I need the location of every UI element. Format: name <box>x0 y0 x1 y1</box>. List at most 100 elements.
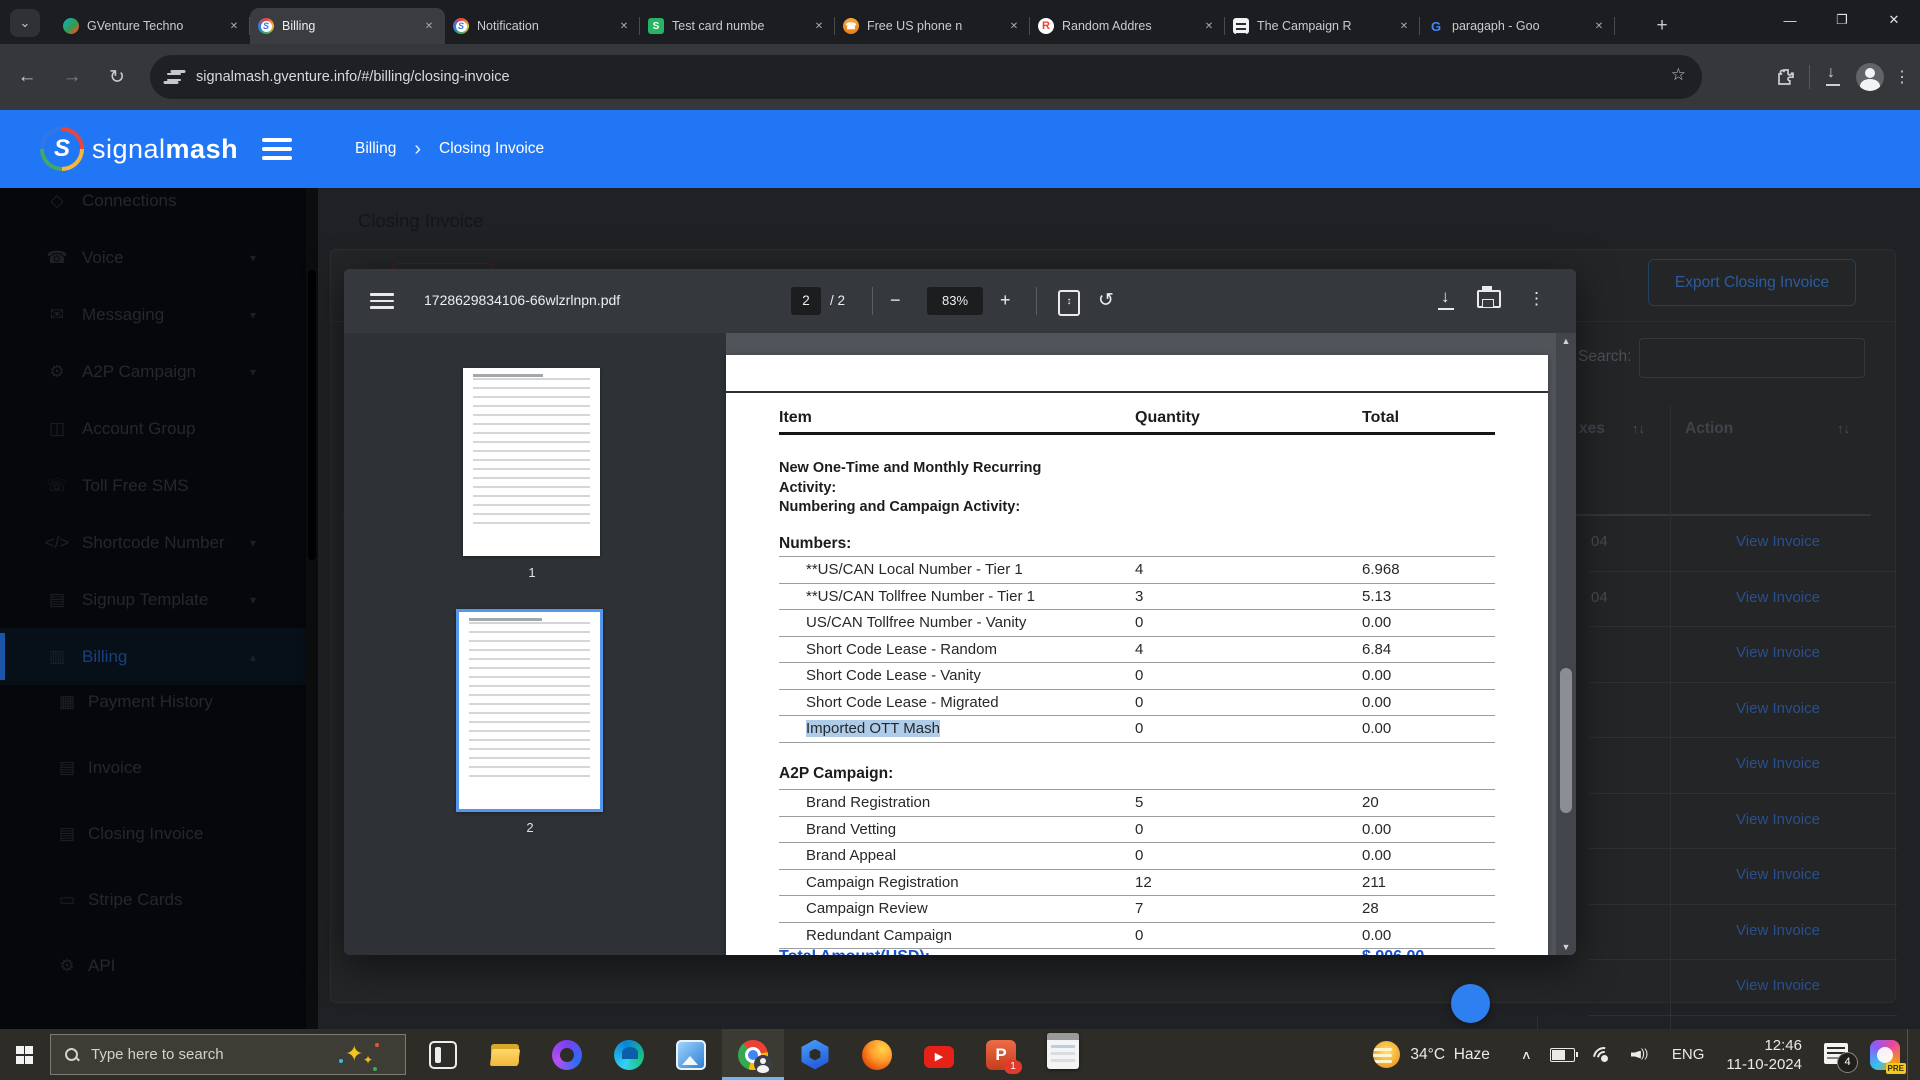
view-invoice-link[interactable]: View Invoice <box>1723 977 1833 994</box>
sidebar-subitem[interactable]: ▤ Closing Invoice <box>0 801 306 867</box>
weather-widget[interactable]: 34°C Haze <box>1373 1041 1489 1068</box>
sidebar-item[interactable]: </> Shortcode Number ▾ <box>0 514 306 571</box>
show-desktop-button[interactable] <box>1907 1029 1914 1080</box>
browser-tab[interactable]: R Random Addres ✕ <box>1030 8 1225 44</box>
view-invoice-link[interactable]: View Invoice <box>1723 811 1833 828</box>
tab-search-button[interactable]: ⌄ <box>10 9 40 37</box>
sidebar-item[interactable]: ◫ Account Group <box>0 400 306 457</box>
view-invoice-link[interactable]: View Invoice <box>1723 644 1833 661</box>
tab-close-icon[interactable]: ✕ <box>811 18 827 34</box>
taskbar-app-icon[interactable] <box>474 1029 536 1080</box>
pdf-zoom-level[interactable]: 83% <box>927 287 983 315</box>
pdf-page-input[interactable]: 2 <box>791 287 821 315</box>
start-button[interactable] <box>0 1029 48 1080</box>
sidebar-item[interactable]: ▤ Signup Template ▾ <box>0 571 306 628</box>
tab-close-icon[interactable]: ✕ <box>1006 18 1022 34</box>
taskbar-app-icon[interactable] <box>660 1029 722 1080</box>
sidebar-item[interactable]: ✉ Messaging ▾ <box>0 286 306 343</box>
action-column-header[interactable]: Action <box>1685 420 1733 438</box>
browser-menu-icon[interactable]: ⋮ <box>1892 67 1912 87</box>
pdf-scrollbar[interactable]: ▲ ▼ <box>1556 333 1576 955</box>
extensions-icon[interactable] <box>1771 62 1801 92</box>
bookmark-star-icon[interactable]: ☆ <box>1671 65 1686 85</box>
page-2-thumbnail-selected[interactable] <box>456 609 603 812</box>
taskbar-app-icon[interactable] <box>784 1029 846 1080</box>
downloads-icon[interactable] <box>1818 62 1848 92</box>
sidebar-toggle-icon[interactable] <box>262 138 292 160</box>
view-invoice-link[interactable]: View Invoice <box>1723 755 1833 772</box>
tab-close-icon[interactable]: ✕ <box>226 18 242 34</box>
sidebar-scrollbar[interactable] <box>306 188 318 1029</box>
browser-tab[interactable]: S Notification ✕ <box>445 8 640 44</box>
sidebar-subitem[interactable]: ▭ Stripe Cards <box>0 867 306 933</box>
clock[interactable]: 12:46 11-10-2024 <box>1726 1036 1802 1074</box>
view-invoice-link[interactable]: View Invoice <box>1723 700 1833 717</box>
browser-tab[interactable]: S Test card numbe ✕ <box>640 8 835 44</box>
copilot-icon[interactable]: PRE <box>1870 1040 1900 1070</box>
sidebar-item[interactable]: ☎ Voice ▾ <box>0 229 306 286</box>
taxes-column-header[interactable]: xes <box>1579 420 1605 438</box>
site-info-icon[interactable] <box>166 69 182 85</box>
view-invoice-link[interactable]: View Invoice <box>1723 533 1833 550</box>
pdf-page[interactable]: Item Quantity Total New One-Time and Mon… <box>726 355 1548 955</box>
wifi-icon[interactable] <box>1593 1047 1613 1063</box>
tab-close-icon[interactable]: ✕ <box>1396 18 1412 34</box>
taskbar-app-icon[interactable] <box>536 1029 598 1080</box>
taskbar-app-icon[interactable] <box>412 1029 474 1080</box>
taskbar-app-icon[interactable] <box>598 1029 660 1080</box>
maximize-button[interactable]: ❐ <box>1816 0 1868 40</box>
sidebar-subitem[interactable]: ▦ Payment History <box>0 669 306 735</box>
print-icon[interactable] <box>1477 290 1501 308</box>
zoom-out-icon[interactable]: − <box>890 290 901 311</box>
sidebar-subitem[interactable]: ⚙ API <box>0 933 306 999</box>
fit-to-page-icon[interactable]: ↕ <box>1058 290 1080 316</box>
scrollbar-thumb[interactable] <box>1560 668 1572 813</box>
forward-button[interactable]: → <box>57 62 87 92</box>
tray-chevron-icon[interactable]: ∧ <box>1521 1047 1532 1061</box>
page-1-thumbnail[interactable] <box>463 368 600 556</box>
view-invoice-link[interactable]: View Invoice <box>1723 922 1833 939</box>
language-indicator[interactable]: ENG <box>1672 1046 1705 1063</box>
address-bar[interactable]: signalmash.gventure.info/#/billing/closi… <box>150 55 1702 99</box>
sort-icon[interactable]: ↑↓ <box>1632 421 1645 436</box>
taskbar-search[interactable]: Type here to search ✦✦ <box>50 1034 406 1075</box>
view-invoice-link[interactable]: View Invoice <box>1723 866 1833 883</box>
sidebar-item[interactable]: ◇ Connections <box>0 188 306 229</box>
browser-tab[interactable]: S Billing ✕ <box>250 8 445 44</box>
scroll-up-icon[interactable]: ▲ <box>1556 333 1576 349</box>
taskbar-app-icon[interactable] <box>846 1029 908 1080</box>
profile-avatar[interactable] <box>1856 63 1884 91</box>
taskbar-app-icon[interactable]: ▶ <box>908 1029 970 1080</box>
scroll-down-icon[interactable]: ▼ <box>1556 939 1576 955</box>
tab-close-icon[interactable]: ✕ <box>616 18 632 34</box>
battery-icon[interactable] <box>1550 1048 1575 1062</box>
action-center-icon[interactable]: 4 <box>1824 1043 1850 1067</box>
browser-tab[interactable]: GVenture Techno ✕ <box>55 8 250 44</box>
taskbar-app-icon[interactable]: P 1 <box>970 1029 1032 1080</box>
minimize-button[interactable]: — <box>1764 0 1816 40</box>
zoom-in-icon[interactable]: + <box>1000 290 1011 311</box>
taskbar-app-icon[interactable] <box>1032 1029 1094 1080</box>
sidebar-subitem[interactable]: ▤ Invoice <box>0 735 306 801</box>
breadcrumb-parent[interactable]: Billing <box>355 140 396 158</box>
browser-tab[interactable]: G paragaph - Goo ✕ <box>1420 8 1615 44</box>
speaker-icon[interactable] <box>1631 1047 1653 1063</box>
tab-close-icon[interactable]: ✕ <box>1591 18 1607 34</box>
search-input[interactable] <box>1639 338 1865 378</box>
new-tab-button[interactable]: + <box>1648 12 1676 40</box>
sort-icon[interactable]: ↑↓ <box>1837 421 1850 436</box>
close-button[interactable]: ✕ <box>1868 0 1920 40</box>
signalmash-logo-icon[interactable]: S <box>40 127 84 171</box>
tab-close-icon[interactable]: ✕ <box>1201 18 1217 34</box>
browser-tab[interactable]: ☎ Free US phone n ✕ <box>835 8 1030 44</box>
view-invoice-link[interactable]: View Invoice <box>1723 589 1833 606</box>
sidebar-item[interactable]: ☏ Toll Free SMS <box>0 457 306 514</box>
rotate-icon[interactable]: ↺ <box>1098 289 1114 312</box>
chat-fab-button[interactable] <box>1451 984 1490 1023</box>
back-button[interactable]: ← <box>12 62 42 92</box>
sidebar-item[interactable]: ⚙ A2P Campaign ▾ <box>0 343 306 400</box>
reload-button[interactable]: ↻ <box>102 62 132 92</box>
pdf-menu-icon[interactable] <box>370 293 394 309</box>
url-text[interactable]: signalmash.gventure.info/#/billing/closi… <box>196 69 510 85</box>
export-closing-invoice-button[interactable]: Export Closing Invoice <box>1648 259 1856 306</box>
